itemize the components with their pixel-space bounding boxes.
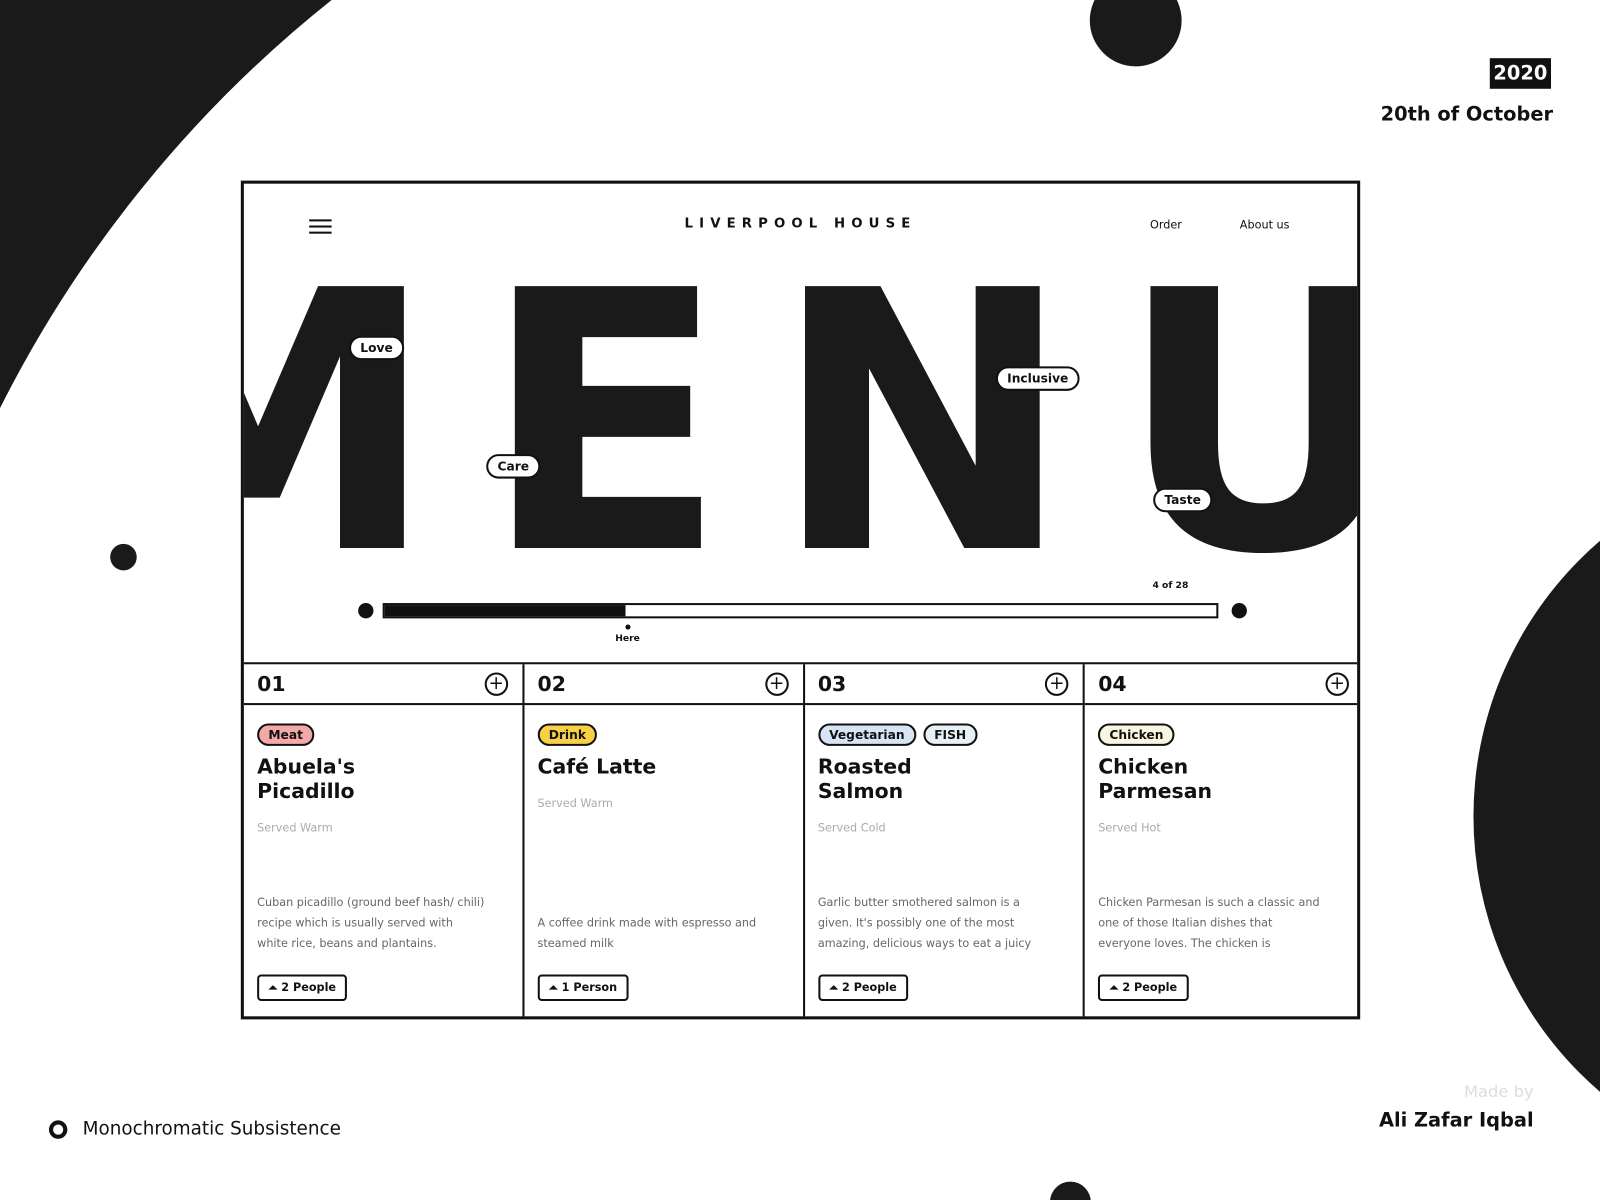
- item-number: 01: [257, 671, 286, 696]
- marker-label: Here: [615, 633, 640, 644]
- ring-icon: [48, 1120, 68, 1139]
- category-tag: Vegetarian: [817, 723, 916, 746]
- item-number: 04: [1098, 671, 1127, 696]
- hero-tag-love: Love: [349, 335, 405, 361]
- progress-fill: [384, 605, 626, 617]
- servings-label: 2 People: [1122, 980, 1178, 994]
- served-label: Served Warm: [537, 796, 614, 811]
- slider-marker[interactable]: Here: [615, 624, 640, 644]
- tag-list: Drink: [537, 723, 788, 746]
- item-title: Chicken Parmesan: [1098, 754, 1213, 804]
- item-number: 02: [537, 671, 566, 696]
- hero-word-menu: MENU: [241, 215, 1360, 633]
- add-icon[interactable]: +: [764, 671, 789, 696]
- servings-label: 2 People: [281, 980, 337, 994]
- dish-icon: ⏶: [1109, 980, 1119, 994]
- servings-button[interactable]: ⏶ 2 People: [1098, 974, 1189, 1002]
- servings-label: 2 People: [841, 980, 897, 994]
- item-description: Cuban picadillo (ground beef hash/ chili…: [257, 895, 485, 950]
- hero-tag-care: Care: [486, 454, 541, 479]
- hero-tag-taste: Taste: [1153, 487, 1213, 513]
- card-header: 03 +: [804, 664, 1083, 706]
- menu-item-card: 01 + Meat Abuela's Picadillo Served Warm…: [243, 664, 525, 1017]
- servings-button[interactable]: ⏶ 2 People: [257, 974, 348, 1002]
- item-title: Café Latte: [537, 754, 657, 779]
- add-icon[interactable]: +: [1045, 671, 1069, 696]
- slider-end-dot[interactable]: [1231, 603, 1247, 619]
- served-label: Served Hot: [1098, 821, 1161, 835]
- tag-list: Chicken: [1098, 723, 1349, 746]
- left-dot: [110, 543, 137, 571]
- item-description: Garlic butter smothered salmon is a give…: [817, 895, 1032, 950]
- date-label: 20th of October: [1380, 103, 1554, 126]
- dish-icon: ⏶: [268, 980, 278, 994]
- card-body: Drink Café Latte Served Warm A coffee dr…: [524, 705, 802, 1016]
- category-tag: FISH: [922, 723, 978, 746]
- dish-icon: ⏶: [548, 980, 558, 994]
- menu-item-card: 04 + Chicken Chicken Parmesan Served Hot…: [1084, 664, 1358, 1016]
- tag-list: Vegetarian FISH: [817, 723, 1069, 746]
- progress-count: 4 of 28: [1152, 580, 1189, 591]
- card-header: 04 +: [1084, 664, 1358, 706]
- menu-item-card: 03 + Vegetarian FISH Roasted Salmon Serve…: [804, 664, 1085, 1017]
- author-name: Ali Zafar Iqbal: [1378, 1109, 1534, 1132]
- menu-items: 01 + Meat Abuela's Picadillo Served Warm…: [243, 662, 1358, 1017]
- item-description: Chicken Parmesan is such a classic and o…: [1098, 895, 1320, 950]
- app-window: LIVERPOOL HOUSE Order About us MENU Love…: [240, 180, 1361, 1020]
- hero-tag-inclusive: Inclusive: [995, 366, 1080, 391]
- servings-button[interactable]: ⏶ 1 Person: [537, 974, 629, 1002]
- category-tag: Meat: [257, 723, 315, 746]
- card-body: Vegetarian FISH Roasted Salmon Served Col…: [805, 705, 1083, 1016]
- card-header: 02 +: [524, 664, 803, 706]
- top-circle: [1089, 0, 1182, 67]
- item-title: Abuela's Picadillo: [257, 754, 356, 804]
- category-tag: Drink: [537, 723, 598, 746]
- tag-list: Meat: [257, 723, 508, 746]
- year-badge: 2020: [1489, 58, 1552, 89]
- canvas: 2020 20th of October LIVERPOOL HOUSE Ord…: [0, 0, 1600, 1200]
- servings-button[interactable]: ⏶ 2 People: [817, 974, 908, 1002]
- served-label: Served Cold: [817, 821, 886, 835]
- bottom-circle: [1050, 1181, 1091, 1200]
- card-body: Meat Abuela's Picadillo Served Warm Cuba…: [244, 705, 522, 1016]
- menu-item-card: 02 + Drink Café Latte Served Warm A coff…: [524, 664, 805, 1017]
- add-icon[interactable]: +: [1325, 671, 1349, 696]
- right-circle: [1473, 540, 1600, 1092]
- slider-start-dot[interactable]: [358, 603, 374, 619]
- item-title: Roasted Salmon: [817, 754, 912, 804]
- made-by-label: Made by: [1463, 1081, 1534, 1102]
- card-header: 01 +: [243, 664, 523, 706]
- served-label: Served Warm: [257, 821, 333, 835]
- add-icon[interactable]: +: [484, 671, 508, 696]
- dish-icon: ⏶: [829, 980, 839, 994]
- category-tag: Chicken: [1098, 723, 1175, 746]
- item-number: 03: [817, 671, 847, 696]
- project-name: Monochromatic Subsistence: [82, 1118, 341, 1140]
- card-body: Chicken Chicken Parmesan Served Hot Chic…: [1085, 705, 1357, 1016]
- servings-label: 1 Person: [561, 980, 618, 994]
- item-description: A coffee drink made with espresso and st…: [537, 916, 757, 950]
- progress-slider[interactable]: [382, 603, 1219, 619]
